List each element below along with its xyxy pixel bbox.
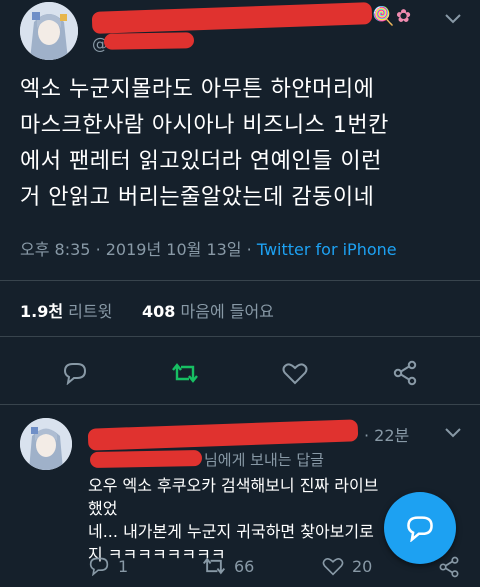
reply-time-ago: · 22분 bbox=[364, 426, 410, 445]
compose-reply-button[interactable] bbox=[384, 492, 456, 564]
reply-button[interactable] bbox=[58, 356, 92, 390]
reply-icon bbox=[89, 557, 109, 576]
separator: · bbox=[246, 240, 252, 259]
reply-body: 오우 엑소 후쿠오카 검색해보니 진짜 라이브했었 네... 내가본게 누군지 … bbox=[88, 474, 388, 566]
divider bbox=[0, 336, 480, 337]
author-avatar[interactable] bbox=[20, 2, 78, 60]
like-button[interactable] bbox=[278, 356, 312, 390]
tweet-timestamp: 오후 8:35 · 2019년 10월 13일 · Twitter for iP… bbox=[20, 236, 397, 260]
emoji-decoration-icon: 🍭 bbox=[372, 6, 395, 27]
likes-label: 마음에 들어요 bbox=[180, 302, 274, 321]
reply-line: 오우 엑소 후쿠오카 검색해보니 진짜 라이브했었 bbox=[88, 476, 379, 518]
tweet-time: 오후 8:35 bbox=[20, 240, 91, 259]
share-icon bbox=[439, 556, 459, 578]
likes-stat[interactable]: 408 마음에 들어요 bbox=[142, 298, 274, 322]
reply-reply-count: 1 bbox=[118, 556, 129, 576]
tweet-line: 마스크한사람 아시아나 비즈니스 1번칸 bbox=[20, 113, 389, 138]
tweet-source-link[interactable]: Twitter for iPhone bbox=[257, 240, 397, 259]
avatar-image bbox=[20, 2, 78, 60]
replying-to-suffix: 님에게 보내는 답글 bbox=[204, 451, 324, 469]
redacted-reply-target bbox=[89, 450, 203, 468]
likes-count: 408 bbox=[142, 302, 176, 321]
tweet-line: 거 안읽고 버리는줄알았는데 감동이네 bbox=[20, 185, 375, 210]
reply-retweet-count: 66 bbox=[234, 556, 255, 576]
divider bbox=[0, 280, 480, 281]
reply-icon bbox=[63, 363, 87, 385]
retweets-label: 리트윗 bbox=[68, 302, 113, 321]
tweet-body: 엑소 누군지몰라도 아무튼 하얀머리에 마스크한사람 아시아나 비즈니스 1번칸… bbox=[20, 72, 470, 216]
share-button[interactable] bbox=[388, 356, 422, 390]
reply-time-ago-value: 22분 bbox=[374, 426, 410, 445]
reply-like-count: 20 bbox=[352, 556, 373, 576]
like-icon bbox=[322, 558, 344, 576]
retweet-icon bbox=[172, 363, 198, 383]
reply-reply-button[interactable]: 1 bbox=[88, 556, 128, 576]
reply-line: 네... 내가본게 누군지 귀국하면 찾아보기로 bbox=[88, 522, 374, 541]
flower-badge-icon: ✿ bbox=[396, 6, 412, 27]
share-icon bbox=[393, 360, 417, 386]
like-icon bbox=[282, 363, 308, 385]
redacted-handle bbox=[103, 32, 195, 50]
tweet-line: 엑소 누군지몰라도 아무튼 하얀머리에 bbox=[20, 77, 375, 102]
tweet-line: 에서 팬레터 읽고있더라 연예인들 이런 bbox=[20, 149, 382, 174]
redacted-reply-name bbox=[87, 419, 359, 451]
avatar-image bbox=[20, 418, 72, 470]
chevron-down-icon[interactable] bbox=[438, 8, 468, 30]
redacted-display-name bbox=[91, 2, 373, 34]
retweets-count: 1.9천 bbox=[20, 302, 64, 321]
retweets-stat[interactable]: 1.9천 리트윗 bbox=[20, 298, 112, 322]
retweet-button[interactable] bbox=[168, 356, 202, 390]
divider bbox=[0, 404, 480, 405]
reply-retweet-button[interactable]: 66 bbox=[202, 556, 254, 576]
reply-author-avatar[interactable] bbox=[20, 418, 72, 470]
separator: · bbox=[95, 240, 101, 259]
chevron-down-icon[interactable] bbox=[438, 422, 468, 444]
reply-like-button[interactable]: 20 bbox=[322, 556, 372, 576]
retweet-icon bbox=[202, 557, 226, 575]
tweet-date: 2019년 10월 13일 bbox=[105, 240, 242, 259]
compose-reply-icon bbox=[407, 516, 433, 542]
